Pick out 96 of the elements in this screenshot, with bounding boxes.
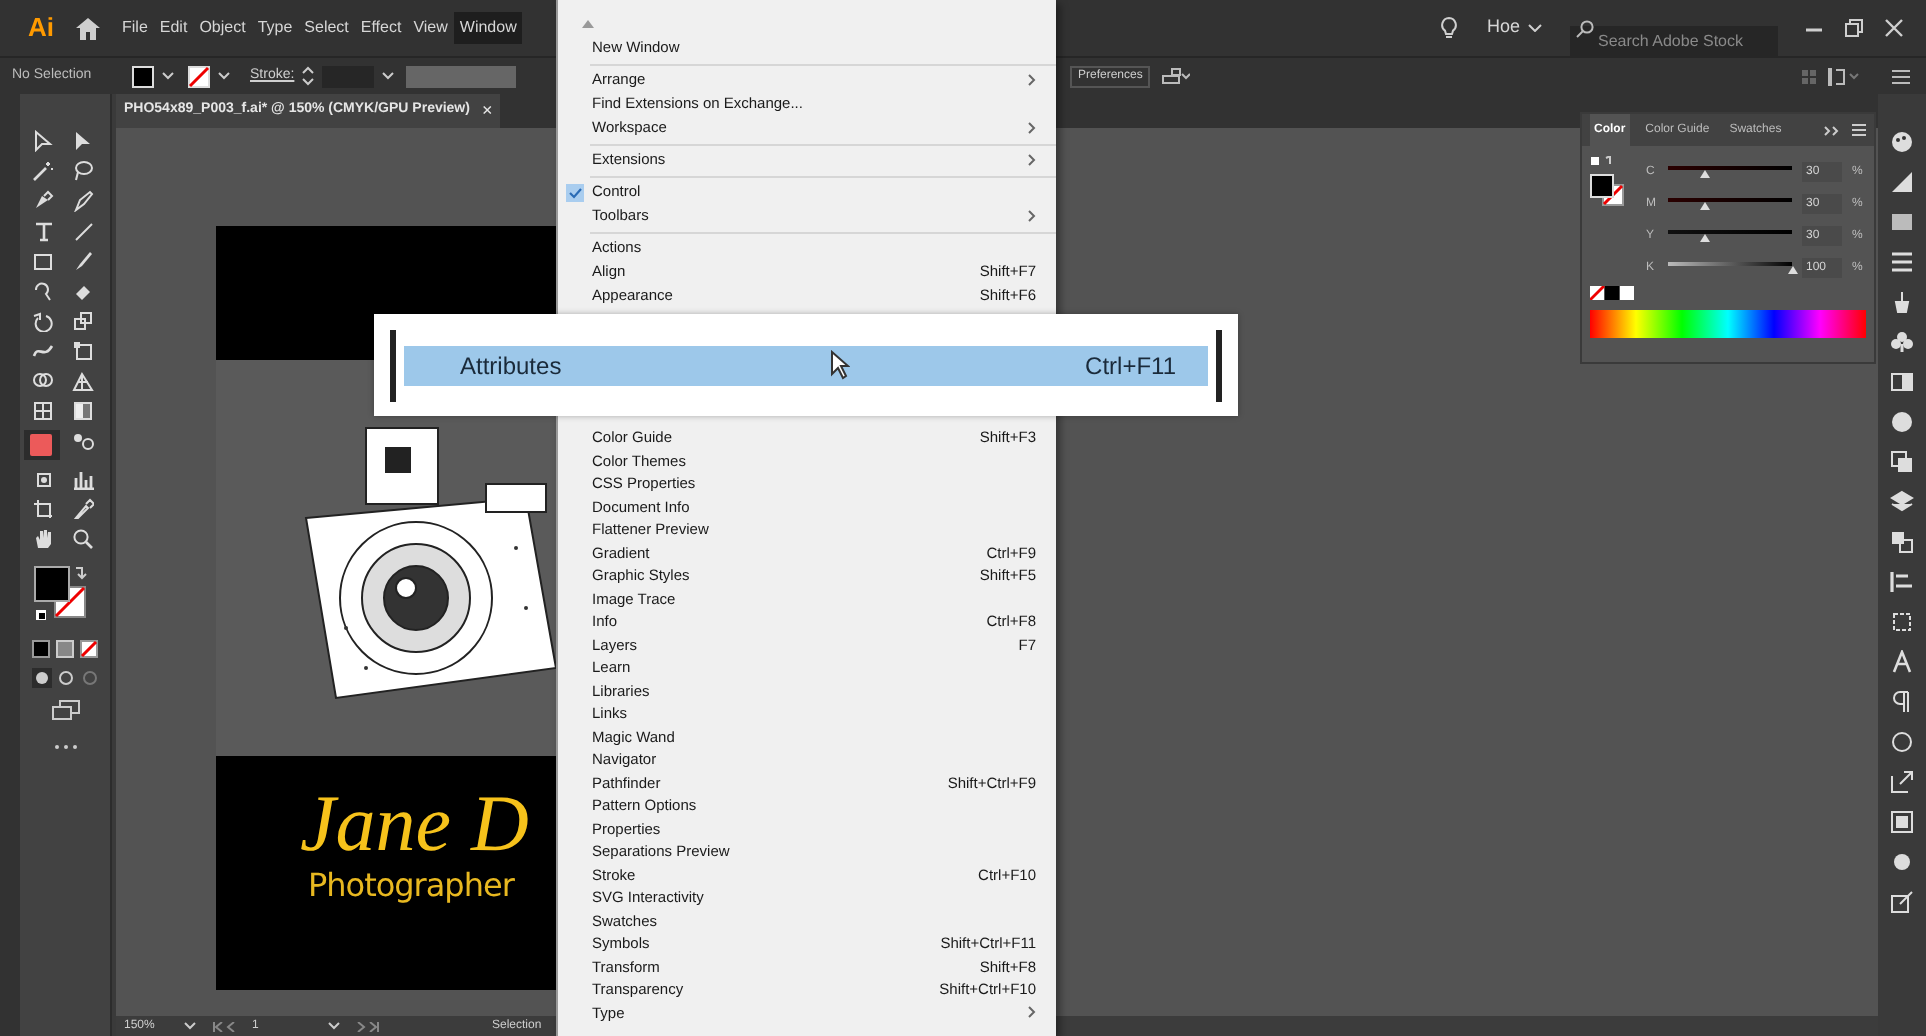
search-field[interactable]: Search Adobe Stock bbox=[1570, 25, 1778, 55]
layers-panel-icon[interactable] bbox=[1890, 450, 1914, 474]
search-icon bbox=[1576, 19, 1594, 37]
slider-thumb[interactable] bbox=[1787, 266, 1797, 274]
chevron-down-icon bbox=[162, 72, 174, 80]
chevron-down-icon bbox=[184, 1022, 196, 1030]
panel-menu-icon[interactable] bbox=[1852, 124, 1866, 136]
opacity-field[interactable] bbox=[406, 65, 517, 87]
transform-panel-icon[interactable] bbox=[1890, 610, 1914, 634]
blend-tool-icon[interactable] bbox=[71, 430, 93, 452]
expand-panel-icon[interactable] bbox=[1824, 125, 1840, 135]
highlighted-menu-option[interactable]: Attributes Ctrl+F11 bbox=[404, 345, 1208, 385]
export-asset-icon[interactable] bbox=[1890, 890, 1914, 914]
symbol-sprayer-icon[interactable] bbox=[31, 468, 53, 490]
submenu-chevron-icon[interactable] bbox=[1028, 74, 1036, 86]
rotate-icon[interactable] bbox=[31, 310, 53, 332]
menu-item[interactable]: Select bbox=[298, 12, 355, 44]
artwork-subtitle: Photographer bbox=[308, 868, 514, 904]
artwork-name: Jane D bbox=[300, 780, 529, 868]
app-logo: Ai bbox=[28, 10, 56, 47]
warp-icon[interactable] bbox=[31, 340, 53, 362]
gradient-panel-icon[interactable] bbox=[1890, 170, 1914, 194]
hand-icon[interactable] bbox=[31, 528, 53, 550]
brush-pen-icon[interactable] bbox=[71, 190, 93, 212]
chevron-down-icon bbox=[218, 72, 230, 80]
align-icon[interactable] bbox=[1828, 67, 1860, 85]
slider-track[interactable] bbox=[1668, 262, 1792, 274]
eraser-icon[interactable] bbox=[71, 280, 93, 302]
perspective-grid-icon[interactable] bbox=[71, 370, 93, 392]
line-tool-icon[interactable] bbox=[71, 220, 93, 242]
screen-mode-icon[interactable] bbox=[51, 700, 79, 720]
rectangle-tool-icon[interactable] bbox=[31, 250, 53, 272]
paintbrush-icon[interactable] bbox=[71, 250, 93, 272]
list-icon[interactable] bbox=[1892, 69, 1910, 83]
shape-builder-icon[interactable] bbox=[31, 370, 53, 392]
free-transform-icon[interactable] bbox=[71, 340, 93, 362]
slider-track[interactable] bbox=[1668, 198, 1792, 210]
export-panel-icon[interactable] bbox=[1890, 770, 1914, 794]
menu-item[interactable]: Edit bbox=[153, 12, 194, 44]
chevron-down-icon bbox=[1528, 24, 1542, 32]
stroke-panel-icon[interactable] bbox=[1890, 250, 1914, 274]
shortcut-label: Ctrl+F11 bbox=[1085, 349, 1176, 383]
stepper-icon bbox=[302, 66, 315, 86]
color-spectrum[interactable] bbox=[1590, 310, 1866, 338]
artboards-panel-icon[interactable] bbox=[1890, 530, 1914, 554]
workspace-switcher[interactable]: Hoe bbox=[1486, 14, 1542, 42]
menu-item[interactable]: Window bbox=[453, 12, 523, 44]
stroke-swatch[interactable] bbox=[188, 65, 210, 87]
scale-icon[interactable] bbox=[71, 310, 93, 332]
eyedropper-icon[interactable] bbox=[71, 498, 93, 520]
submenu-chevron-icon[interactable] bbox=[1028, 210, 1036, 222]
selection-arrow-icon[interactable] bbox=[31, 130, 53, 152]
submenu-chevron-icon[interactable] bbox=[1028, 122, 1036, 134]
nav-next-icon bbox=[356, 1021, 380, 1031]
artboard-tool-icon[interactable] bbox=[31, 498, 53, 520]
tab-close-button[interactable]: × bbox=[481, 102, 493, 120]
gradient-tool-icon[interactable] bbox=[71, 400, 93, 422]
chevron-down-icon bbox=[382, 72, 395, 80]
type-tool-icon[interactable] bbox=[31, 220, 53, 242]
magic-wand-icon[interactable] bbox=[31, 160, 53, 182]
zoom-icon[interactable] bbox=[71, 528, 93, 550]
color-mode-icons[interactable] bbox=[31, 640, 99, 660]
slider-track[interactable] bbox=[1668, 230, 1792, 242]
symbols-panel-icon[interactable] bbox=[1890, 330, 1914, 354]
arrange-documents-icon[interactable] bbox=[1162, 68, 1191, 84]
transparency-panel-icon[interactable] bbox=[1890, 370, 1914, 394]
color-palette-icon[interactable] bbox=[1890, 130, 1914, 154]
shaper-icon[interactable] bbox=[31, 280, 53, 302]
stack-panel-icon[interactable] bbox=[1890, 490, 1914, 514]
submenu-chevron-icon[interactable] bbox=[1028, 1006, 1036, 1019]
lightbulb-icon bbox=[1440, 16, 1459, 40]
default-swatches[interactable] bbox=[1590, 286, 1634, 300]
submenu-chevron-icon[interactable] bbox=[1028, 154, 1036, 166]
checkmark-icon[interactable] bbox=[566, 183, 584, 201]
menu-item[interactable]: File bbox=[116, 12, 154, 44]
character-panel-icon[interactable] bbox=[1890, 650, 1914, 674]
nav-prev-icon bbox=[212, 1021, 236, 1031]
fill-stroke-swatches[interactable] bbox=[1590, 156, 1626, 208]
pen-icon[interactable] bbox=[31, 190, 53, 212]
mesh-icon[interactable] bbox=[31, 400, 53, 422]
bar-graph-icon[interactable] bbox=[71, 468, 93, 490]
more-tools-icon[interactable] bbox=[53, 744, 77, 750]
lasso-icon[interactable] bbox=[71, 160, 93, 182]
mouse-pointer-icon bbox=[829, 350, 850, 380]
align-panel-icon[interactable] bbox=[1890, 570, 1914, 594]
menu-item[interactable]: Type bbox=[251, 12, 299, 44]
direct-selection-icon[interactable] bbox=[71, 130, 93, 152]
draw-mode-icons[interactable] bbox=[31, 668, 99, 688]
fill-swatch[interactable] bbox=[132, 65, 154, 87]
home-icon[interactable] bbox=[76, 17, 100, 39]
slider-track[interactable] bbox=[1668, 166, 1792, 178]
menu-item[interactable]: View bbox=[407, 12, 454, 44]
paragraph-panel-icon[interactable] bbox=[1890, 690, 1914, 714]
chevron-down-icon bbox=[328, 1022, 340, 1030]
menu-item[interactable]: Object bbox=[193, 12, 252, 44]
menu-item[interactable]: Effect bbox=[354, 12, 408, 44]
